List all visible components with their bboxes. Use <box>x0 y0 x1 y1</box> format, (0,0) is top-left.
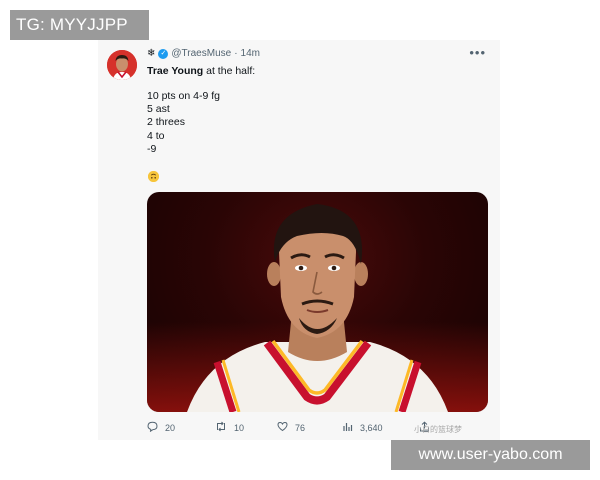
tweet-stats: 10 pts on 4-9 fg 5 ast 2 threes 4 to -9 <box>147 90 220 156</box>
like-button[interactable]: 76 <box>277 421 305 435</box>
stat-line: 4 to <box>147 129 165 142</box>
player-illustration <box>187 204 448 412</box>
handle[interactable]: @TraesMuse <box>171 48 231 59</box>
views-button[interactable]: 3,640 <box>342 421 383 435</box>
more-horizontal-icon[interactable]: ••• <box>469 45 486 60</box>
source-watermark: 小白的篮球梦 <box>414 425 462 434</box>
retweet-icon <box>215 421 227 435</box>
tweet-media-image[interactable] <box>147 192 488 412</box>
upside-down-face-emoji-icon <box>148 171 159 182</box>
views-icon <box>342 421 353 435</box>
tweet-header: ❄ ✓ @TraesMuse · 14m <box>147 48 260 59</box>
stat-line: 10 pts on 4-9 fg <box>147 90 220 102</box>
reply-button[interactable]: 20 <box>147 421 175 435</box>
avatar[interactable] <box>107 50 137 80</box>
timestamp[interactable]: 14m <box>241 48 260 59</box>
tweet-intro-line: Trae Young at the half: <box>147 65 255 77</box>
tweet-card[interactable]: ❄ ✓ @TraesMuse · 14m ••• Trae Young at t… <box>98 40 500 440</box>
reply-icon <box>147 421 158 435</box>
retweet-count: 10 <box>234 423 245 433</box>
stat-line: 2 threes <box>147 116 185 129</box>
tg-watermark-badge: TG: MYYJJPP <box>10 10 149 40</box>
views-count: 3,640 <box>360 423 383 433</box>
heart-icon <box>277 421 288 435</box>
stat-line: 5 ast <box>147 103 170 116</box>
player-name: Trae Young <box>147 65 204 77</box>
stat-line: -9 <box>147 142 157 155</box>
url-watermark-badge: www.user-yabo.com <box>391 440 590 470</box>
verified-badge-icon: ✓ <box>158 48 169 59</box>
like-count: 76 <box>295 423 306 433</box>
avatar-portrait <box>107 50 137 80</box>
intro-suffix: at the half: <box>203 65 256 77</box>
retweet-button[interactable]: 10 <box>215 421 244 435</box>
reply-count: 20 <box>165 423 176 433</box>
snowflake-icon: ❄ <box>147 48 156 59</box>
header-separator: · <box>234 48 238 59</box>
